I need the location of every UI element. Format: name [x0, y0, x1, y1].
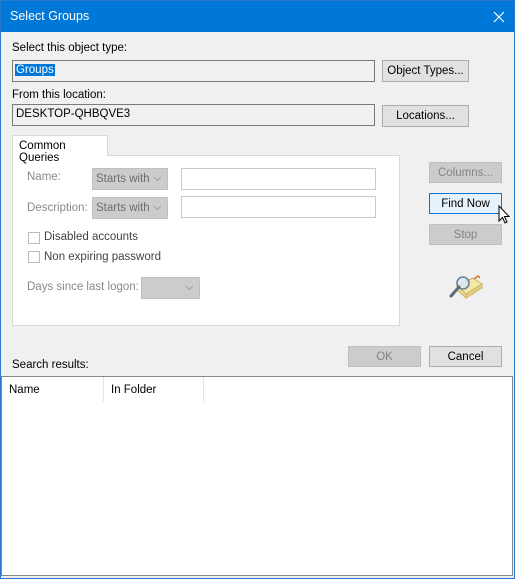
description-mode-value: Starts with: [96, 202, 150, 214]
chevron-down-icon: [153, 176, 162, 182]
name-label: Name:: [27, 171, 61, 183]
mouse-cursor-icon: [498, 205, 510, 224]
ok-button[interactable]: OK: [348, 346, 421, 367]
search-results-list[interactable]: Name In Folder: [1, 376, 513, 576]
title-bar: Select Groups: [1, 1, 514, 32]
locations-button[interactable]: Locations...: [382, 105, 469, 127]
find-now-button[interactable]: Find Now: [429, 193, 502, 214]
name-mode-value: Starts with: [96, 173, 150, 185]
days-since-logon-select[interactable]: [141, 277, 200, 299]
chevron-down-icon: [185, 285, 194, 291]
description-input[interactable]: [181, 196, 376, 218]
name-mode-select[interactable]: Starts with: [92, 168, 168, 190]
search-directory-icon: [449, 275, 483, 300]
object-type-field: Groups: [12, 60, 375, 82]
cancel-button[interactable]: Cancel: [429, 346, 502, 367]
disabled-accounts-checkbox[interactable]: [28, 232, 40, 244]
column-header-in-folder[interactable]: In Folder: [104, 377, 204, 402]
days-since-logon-label: Days since last logon:: [27, 281, 139, 293]
columns-button[interactable]: Columns...: [429, 162, 502, 183]
chevron-down-icon: [153, 205, 162, 211]
location-field: DESKTOP-QHBQVE3: [12, 104, 375, 126]
stop-button[interactable]: Stop: [429, 224, 502, 245]
column-header-name[interactable]: Name: [2, 377, 104, 402]
close-button[interactable]: [484, 1, 514, 32]
disabled-accounts-label: Disabled accounts: [44, 231, 138, 243]
location-label: From this location:: [12, 89, 106, 101]
non-expiring-password-label: Non expiring password: [44, 251, 161, 263]
search-results-label: Search results:: [12, 359, 89, 371]
window-title: Select Groups: [10, 9, 90, 23]
close-icon: [493, 11, 505, 22]
description-label: Description:: [27, 202, 88, 214]
tab-common-queries[interactable]: Common Queries: [12, 135, 108, 164]
location-value: DESKTOP-QHBQVE3: [16, 108, 131, 120]
object-types-button[interactable]: Object Types...: [382, 60, 469, 82]
non-expiring-password-checkbox[interactable]: [28, 251, 40, 263]
description-mode-select[interactable]: Starts with: [92, 197, 168, 219]
object-type-value: Groups: [15, 64, 55, 76]
object-type-label: Select this object type:: [12, 42, 128, 54]
name-input[interactable]: [181, 168, 376, 190]
